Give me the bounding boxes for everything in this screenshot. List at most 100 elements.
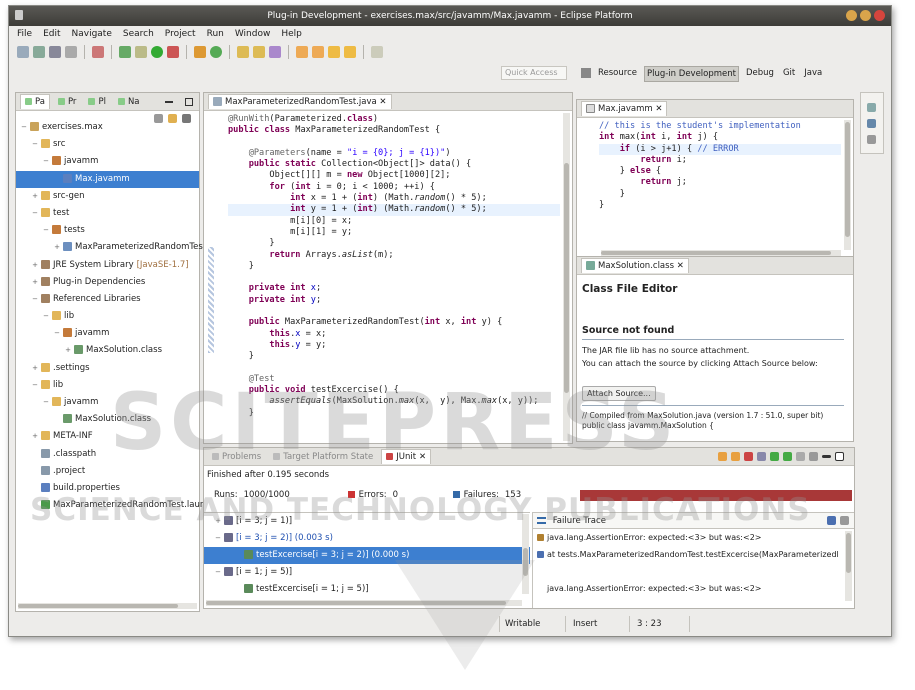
code-area[interactable]: @RunWith(Parameterized.class) public clas… <box>228 114 560 419</box>
task-list-icon[interactable] <box>867 119 876 128</box>
tab-pa[interactable]: Pa <box>20 94 50 109</box>
tree-item[interactable]: + MaxParameterizedRandomTest <box>16 239 206 256</box>
tree-item[interactable]: − test <box>16 205 199 222</box>
trace-line[interactable]: java.lang.AssertionError: expected:<3> b… <box>533 580 838 597</box>
menu-item[interactable]: File <box>17 26 32 42</box>
test-tree-item[interactable]: testExcercise[i = 1; j = 5)] <box>204 581 530 598</box>
maximize-view-icon[interactable] <box>185 97 193 106</box>
window-menu-icon[interactable] <box>15 10 23 20</box>
next-annotation-icon[interactable] <box>296 46 308 58</box>
print-icon[interactable] <box>65 46 77 58</box>
expand-icon[interactable]: + <box>31 428 39 445</box>
collapse-icon[interactable]: − <box>53 325 61 342</box>
show-failures-only-icon[interactable] <box>744 452 753 461</box>
expand-icon[interactable]: + <box>31 274 39 291</box>
menu-item[interactable]: Project <box>165 26 196 42</box>
title-bar[interactable]: Plug-in Development - exercises.max/src/… <box>9 6 891 26</box>
close-tab-icon[interactable]: ✕ <box>379 97 386 107</box>
tree-item[interactable]: − javamm <box>16 153 199 170</box>
perspective-resource[interactable]: Resource <box>596 66 639 82</box>
tree-item[interactable]: build.properties <box>16 480 199 497</box>
scroll-lock-icon[interactable] <box>757 452 766 461</box>
minimize-view-icon[interactable] <box>165 100 173 103</box>
attach-source-button[interactable]: Attach Source... <box>582 386 656 401</box>
trace-line[interactable]: at tests.MaxParameterizedRandomTest.test… <box>533 546 838 563</box>
next-failure-icon[interactable] <box>718 452 727 461</box>
expand-icon[interactable]: + <box>53 239 61 256</box>
tree-item[interactable]: MaxParameterizedRandomTest.laun <box>16 497 205 514</box>
filter-trace-icon[interactable] <box>840 516 849 525</box>
vertical-scrollbar[interactable] <box>844 120 851 250</box>
wrench-icon[interactable] <box>135 46 147 58</box>
rerun-icon[interactable] <box>770 452 779 461</box>
maximize-icon[interactable] <box>860 10 871 21</box>
outline-icon[interactable] <box>867 103 876 112</box>
forward-icon[interactable] <box>344 46 356 58</box>
tree-item[interactable]: + META-INF <box>16 428 199 445</box>
test-tree-item[interactable]: + [i = 3; j = 1)] <box>204 513 530 530</box>
collapse-icon[interactable]: − <box>42 222 50 239</box>
tab-max-javamm[interactable]: Max.javamm ✕ <box>581 101 668 116</box>
menu-item[interactable]: Navigate <box>72 26 112 42</box>
horizontal-scrollbar[interactable] <box>18 603 197 609</box>
tab-java-editor[interactable]: MaxParameterizedRandomTest.java ✕ <box>208 94 392 109</box>
minimize-view-icon[interactable] <box>822 455 831 458</box>
test-tree-item[interactable]: − [i = 1; j = 5)] <box>204 564 530 581</box>
external-tools-icon[interactable] <box>167 46 179 58</box>
vertical-scrollbar[interactable] <box>845 531 852 601</box>
horizontal-scrollbar[interactable] <box>206 600 522 606</box>
collapse-icon[interactable]: − <box>42 394 50 411</box>
menu-item[interactable]: Edit <box>43 26 60 42</box>
expand-icon[interactable]: + <box>214 513 222 530</box>
perspective-plug-in-development[interactable]: Plug-in Development <box>643 66 739 82</box>
perspective-java[interactable]: Java <box>802 66 824 82</box>
open-type-icon[interactable] <box>237 46 249 58</box>
minimize-icon[interactable] <box>846 10 857 21</box>
tree-item[interactable]: MaxSolution.class <box>16 411 199 428</box>
save-icon[interactable] <box>33 46 45 58</box>
open-perspective-icon[interactable] <box>581 68 591 78</box>
collapse-icon[interactable]: − <box>31 205 39 222</box>
collapse-icon[interactable]: − <box>31 136 39 153</box>
test-tree-item[interactable]: − [i = 3; j = 2)] (0.003 s) <box>204 530 530 547</box>
tree-item[interactable]: .classpath <box>16 446 199 463</box>
quick-access-input[interactable]: Quick Access <box>501 66 567 80</box>
perspective-debug[interactable]: Debug <box>744 66 776 82</box>
expand-icon[interactable]: + <box>31 257 39 274</box>
prev-annotation-icon[interactable] <box>312 46 324 58</box>
tab-maxsolution-class[interactable]: MaxSolution.class ✕ <box>581 258 689 273</box>
tree-item[interactable]: − lib <box>16 308 199 325</box>
tree-item[interactable]: + MaxSolution.class <box>16 342 199 359</box>
save-all-icon[interactable] <box>49 46 61 58</box>
tab-pr[interactable]: Pr <box>54 95 80 109</box>
tree-item[interactable]: − src <box>16 136 199 153</box>
collapse-icon[interactable]: − <box>42 308 50 325</box>
tree-item[interactable]: − lib <box>16 377 199 394</box>
tab-na[interactable]: Na <box>114 95 144 109</box>
close-tab-icon[interactable]: ✕ <box>677 261 684 271</box>
maximize-view-icon[interactable] <box>835 452 844 461</box>
expand-icon[interactable]: + <box>31 188 39 205</box>
vertical-scrollbar[interactable] <box>563 113 570 441</box>
tree-item[interactable]: .project <box>16 463 199 480</box>
tree-item[interactable]: − Referenced Libraries <box>16 291 199 308</box>
new-package-icon[interactable] <box>194 46 206 58</box>
compare-icon[interactable] <box>827 516 836 525</box>
code-area[interactable]: // this is the student's implementation i… <box>599 121 841 211</box>
close-tab-icon[interactable]: ✕ <box>655 104 662 114</box>
test-tree-item[interactable]: testExcercise[i = 3; j = 2)] (0.000 s) <box>204 547 530 564</box>
tab-junit[interactable]: JUnit ✕ <box>381 449 432 464</box>
new-class-icon[interactable] <box>210 46 222 58</box>
tree-item[interactable]: + Plug-in Dependencies <box>16 274 199 291</box>
tab-target-platform-state[interactable]: Target Platform State <box>269 450 377 464</box>
history-icon[interactable] <box>809 452 818 461</box>
tree-item[interactable]: + src-gen <box>16 188 199 205</box>
expand-icon[interactable]: + <box>31 360 39 377</box>
menu-item[interactable]: Search <box>123 26 154 42</box>
collapse-icon[interactable]: − <box>20 119 28 136</box>
search-icon[interactable] <box>269 46 281 58</box>
run-icon[interactable] <box>151 46 163 58</box>
trace-line[interactable] <box>533 563 838 580</box>
expand-icon[interactable]: + <box>64 342 72 359</box>
tree-item[interactable]: − javamm <box>16 394 199 411</box>
